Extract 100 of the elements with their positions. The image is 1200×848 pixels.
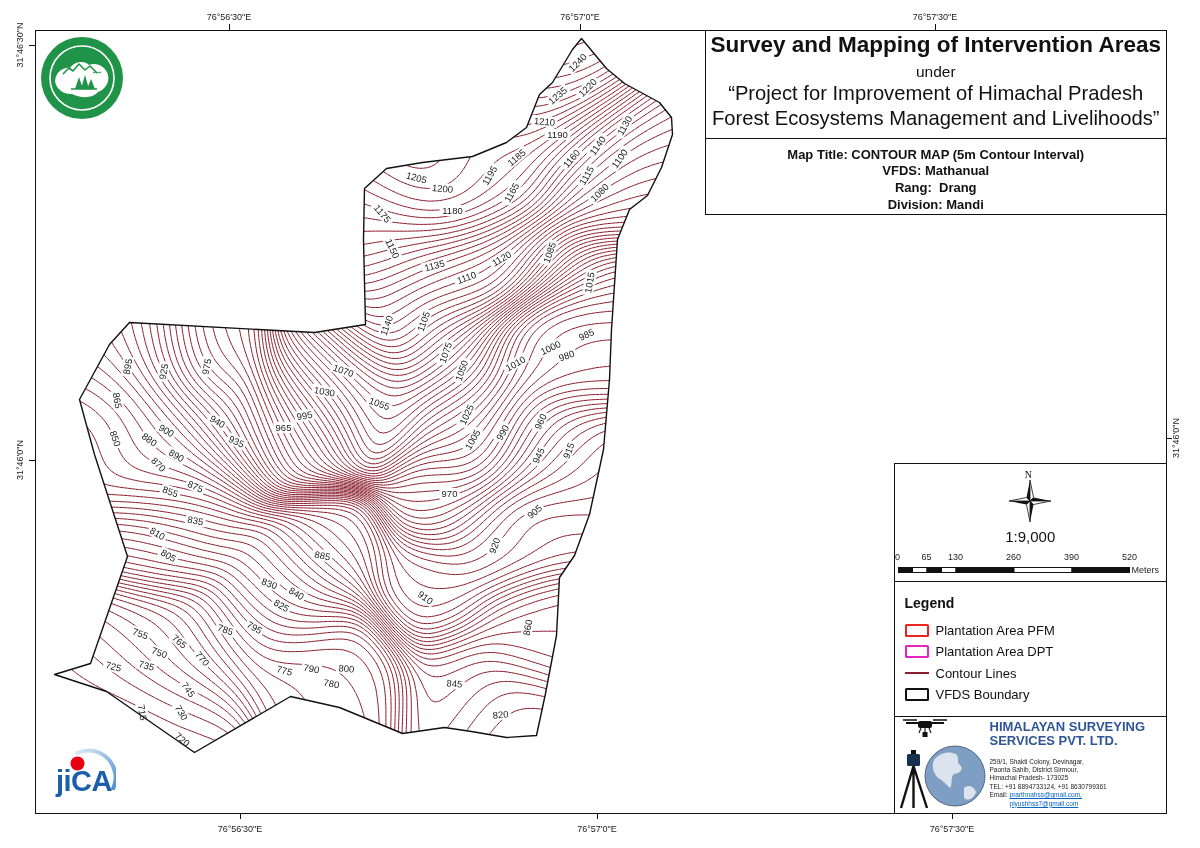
longitude-label: 76°57'0"E [560, 12, 600, 22]
contour-label: 1140 [377, 314, 396, 337]
contour-label: 835 [186, 513, 205, 528]
contour-label: 1075 [436, 340, 455, 365]
scale-ratio: 1:9,000 [1005, 528, 1056, 545]
longitude-label: 76°57'0"E [577, 824, 617, 834]
contour-label: 1050 [452, 358, 471, 383]
contour-label: 755 [131, 625, 150, 642]
contour-label: 1150 [383, 236, 402, 261]
longitude-label: 76°57'30"E [912, 12, 958, 22]
contour-label: 940 [207, 412, 228, 431]
scale-tick-label: 130 [948, 552, 963, 562]
contour-label: 715 [135, 703, 150, 722]
contour-label: 965 [275, 422, 292, 433]
contour-label: 885 [313, 548, 332, 563]
contour-label: 1210 [533, 115, 556, 128]
contour-label: 795 [244, 618, 265, 637]
contour-label: 985 [577, 326, 596, 343]
contour-label: 830 [260, 575, 279, 592]
legend-label: Contour Lines [935, 665, 1017, 681]
contour-label: 915 [560, 441, 577, 460]
legend-label: VFDS Boundary [935, 687, 1030, 703]
map-info-line: Rang: Drang [893, 180, 978, 197]
contour-label: 745 [179, 679, 198, 700]
emblem-icon [41, 37, 123, 119]
contour-label: 810 [147, 524, 168, 543]
contour-label: 925 [156, 362, 171, 381]
scale-tick-label: 520 [1122, 552, 1137, 562]
contour-label: 855 [161, 483, 180, 500]
contour-label: 1025 [457, 402, 476, 427]
latitude-label: 31°46'30"N [15, 22, 25, 68]
contour-label: 790 [302, 661, 321, 676]
scale-tick-label: 260 [1006, 552, 1021, 562]
sheet-title: Survey and Mapping of Intervention Areas [709, 32, 1162, 58]
legend-title: Legend [904, 595, 955, 611]
contour-label: 735 [137, 658, 156, 673]
contour-label: 860 [520, 618, 535, 637]
legend-label: Plantation Area PFM [935, 622, 1055, 638]
contour-label: 720 [172, 730, 193, 749]
north-arrow-icon [1009, 480, 1052, 522]
contour-label: 995 [295, 408, 314, 423]
subtitle-text: under [914, 63, 957, 81]
contour-label: 990 [493, 422, 512, 443]
contour-label: 770 [193, 648, 212, 669]
contour-label: 1135 [423, 257, 446, 274]
company-name: HIMALAYAN SURVEYING SERVICES PVT. LTD. [989, 719, 1146, 748]
contour-label: 920 [486, 536, 503, 555]
contour-label: 820 [492, 708, 509, 721]
latitude-label: 31°46'0"N [15, 440, 25, 480]
contour-label: 1105 [414, 310, 433, 333]
contour-label: 890 [166, 446, 187, 465]
contour-label: 775 [275, 663, 294, 678]
contour-label: 765 [169, 632, 190, 651]
longitude-label: 76°56'30"E [217, 824, 263, 834]
contour-label: 1030 [313, 384, 336, 399]
contour-label: 1200 [431, 182, 454, 195]
contour-label: 960 [532, 412, 549, 431]
logo-wordmark: jiCA [56, 766, 112, 796]
north-label: N [1024, 469, 1032, 480]
contour-label: 850 [107, 429, 124, 448]
contour-label: 800 [338, 662, 355, 675]
scale-tick-label: 65 [921, 552, 932, 562]
contour-label: 1205 [404, 169, 429, 186]
contour-label: 1180 [442, 205, 463, 216]
contour-label: 1010 [503, 353, 528, 374]
contour-label: 945 [530, 446, 547, 465]
contour-label: 935 [227, 433, 246, 450]
contour-label: 1085 [540, 240, 559, 265]
project-name: “Project for Improvement of Himachal Pradesh Forest Ecosystems Management and Livelihoods” [710, 81, 1161, 130]
contour-label: 1070 [331, 361, 356, 380]
contour-label: 1190 [547, 129, 568, 140]
contour-label: 730 [172, 702, 191, 723]
longitude-label: 76°56'30"E [206, 12, 252, 22]
contour-label: 1015 [582, 271, 597, 294]
contour-label: 875 [186, 478, 205, 495]
contour-label: 785 [216, 621, 235, 638]
contour-label: 805 [158, 546, 179, 565]
contour-label: 750 [150, 644, 169, 661]
contour-label: 895 [120, 357, 135, 376]
contour-label: 845 [446, 677, 463, 690]
contour-label: 1120 [489, 248, 514, 269]
contour-label: 970 [441, 488, 458, 499]
contour-label: 975 [199, 357, 214, 376]
contour-label: 725 [104, 659, 123, 674]
scale-unit: Meters [1131, 565, 1159, 575]
map-info-line: VFDS: Mathanual [881, 163, 991, 181]
map-info-line: Map Title: CONTOUR MAP (5m Contour Interval) [786, 146, 1086, 164]
legend-label: Plantation Area DPT [935, 644, 1054, 660]
contour-label: 780 [322, 676, 341, 691]
longitude-label: 76°57'30"E [929, 824, 975, 834]
contour-label: 905 [524, 502, 545, 521]
contour-label: 980 [557, 347, 576, 364]
contour-label: 865 [110, 391, 125, 410]
contour-label: 1055 [367, 394, 392, 413]
map-info-line: Division: Mandi [886, 196, 985, 214]
contour-label: 1110 [455, 268, 478, 287]
contour-label: 870 [149, 455, 168, 474]
scale-tick-label: 0 [895, 552, 900, 562]
latitude-label: 31°46'0"N [1171, 418, 1181, 458]
scale-tick-label: 390 [1064, 552, 1079, 562]
